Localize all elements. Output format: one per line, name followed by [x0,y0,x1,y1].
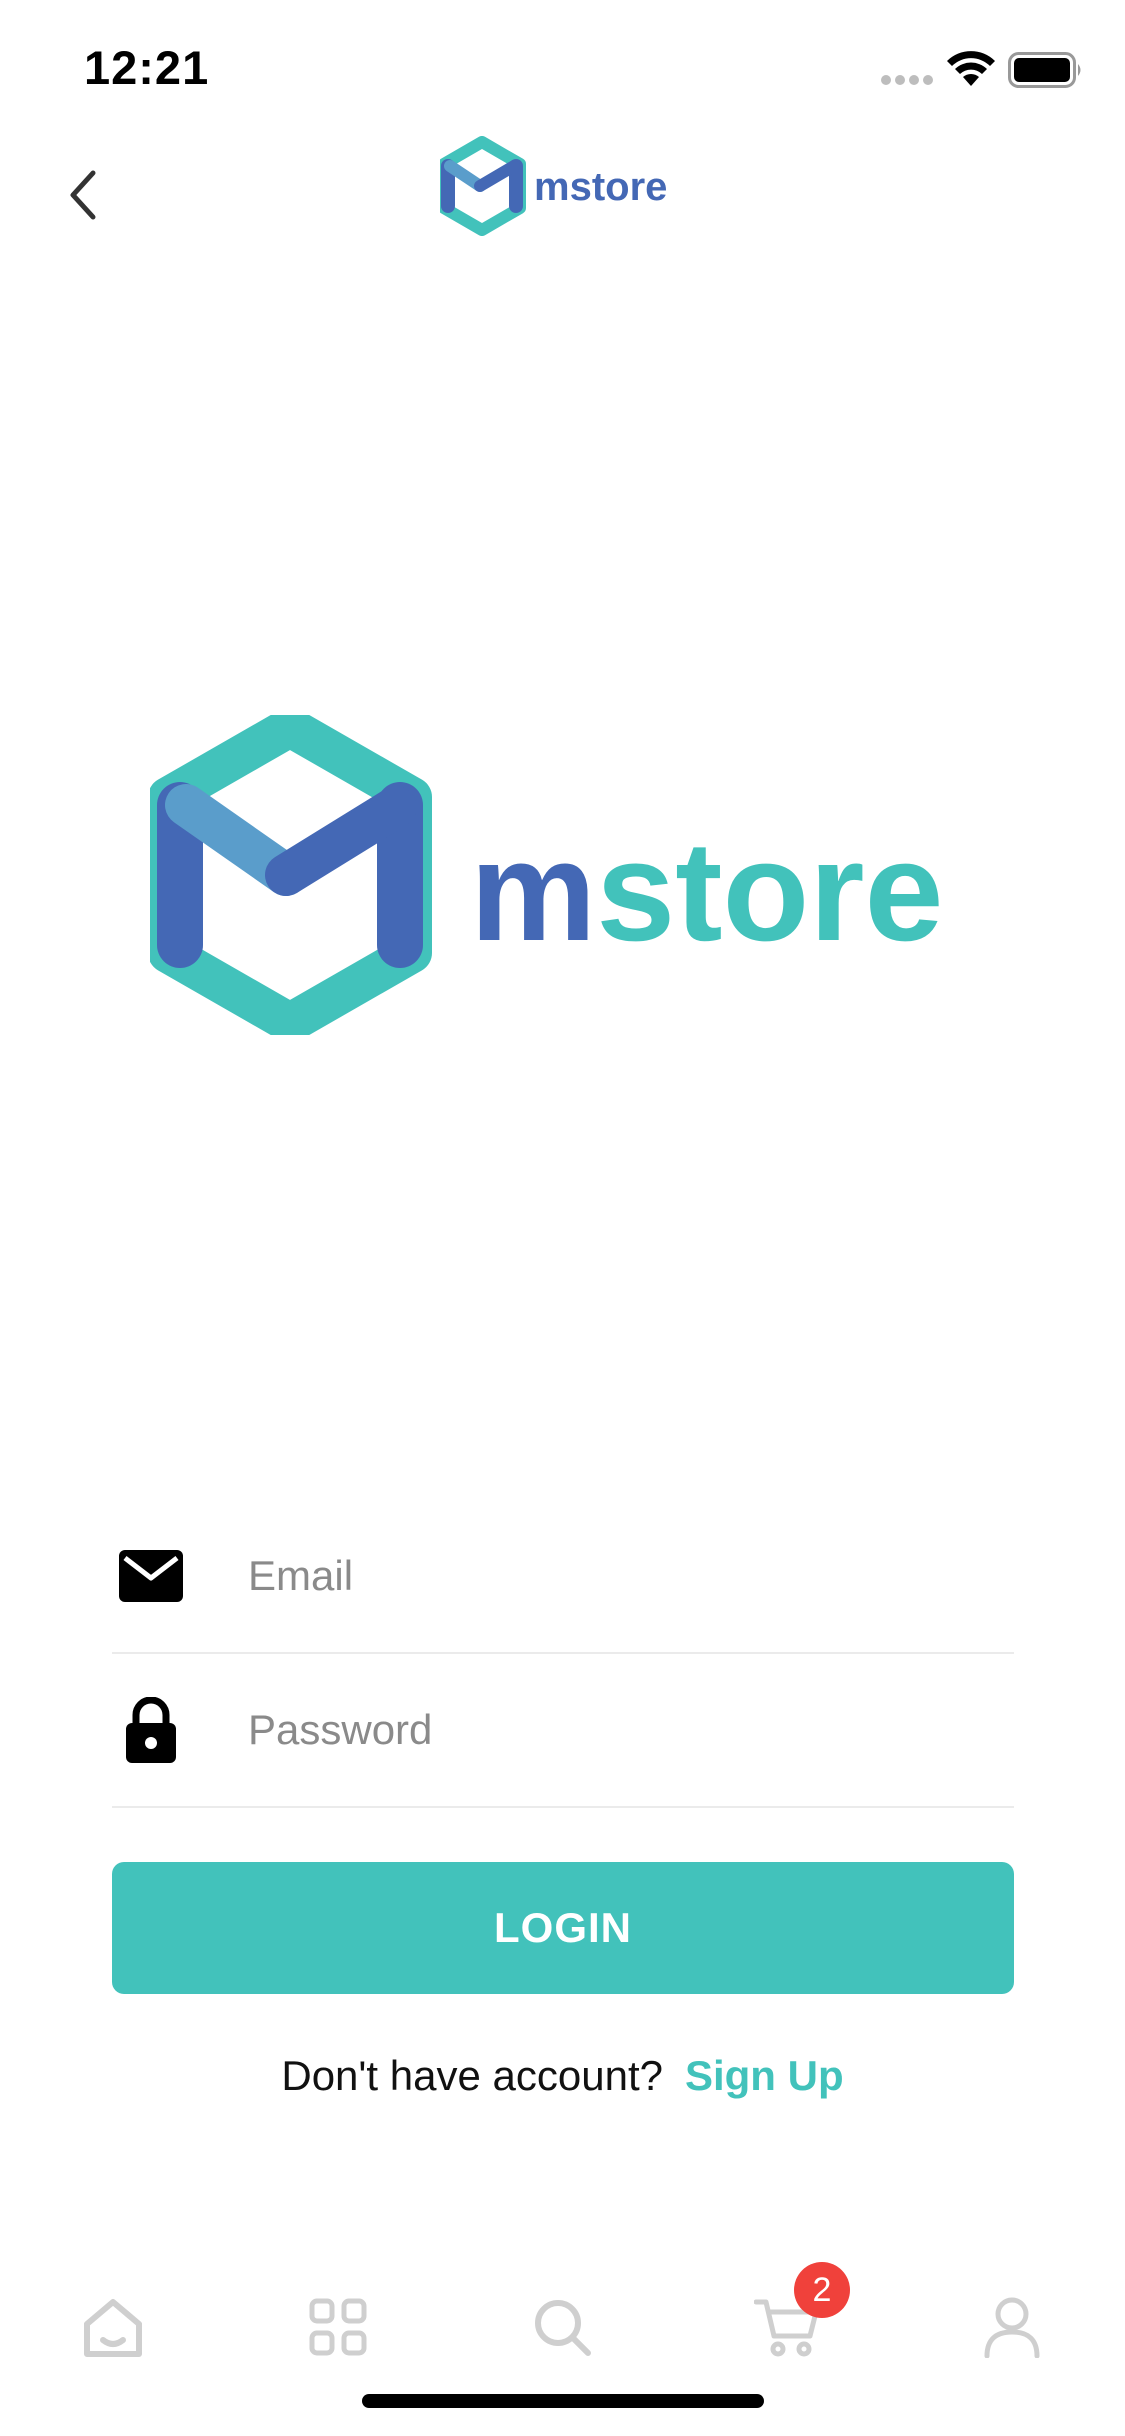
hero-logo: mstore [150,715,944,1035]
email-row [112,1500,1014,1654]
nav-logo-text: mstore [534,165,667,209]
chevron-left-icon [70,170,96,220]
login-button[interactable]: LOGIN [112,1862,1014,1994]
status-bar: 12:21 [0,0,1125,130]
tab-home[interactable] [58,2272,168,2382]
login-form [112,1500,1014,1808]
email-field[interactable] [248,1536,988,1616]
search-icon [535,2300,591,2356]
cart-badge: 2 [794,2262,850,2318]
signup-prompt: Don't have account? [281,2052,663,2099]
tab-bar: 2 [0,2262,1125,2382]
tab-account[interactable] [957,2272,1067,2382]
signup-link[interactable]: Sign Up [685,2052,844,2099]
status-time: 12:21 [84,41,210,94]
password-row [112,1654,1014,1808]
tab-categories[interactable] [283,2272,393,2382]
nav-bar: mstore [0,130,1125,260]
back-button[interactable] [48,160,118,230]
grid-icon [309,2298,367,2356]
password-field[interactable] [248,1690,988,1770]
wifi-icon [947,51,995,86]
signup-row: Don't have account? Sign Up [0,2052,1125,2100]
hero-logo-text: mstore [470,812,944,971]
user-icon [984,2297,1040,2358]
tab-cart[interactable]: 2 [732,2262,850,2382]
envelope-icon [116,1541,186,1611]
lock-icon [116,1695,186,1765]
tab-search[interactable] [507,2272,617,2382]
battery-icon [1008,52,1081,88]
login-screen: 12:21 mstore mstore Email LOGIN Don't ha… [0,0,1125,2436]
home-indicator [362,2394,764,2408]
nav-logo: mstore [440,136,667,236]
signal-icon [881,75,933,85]
home-icon [84,2299,142,2357]
